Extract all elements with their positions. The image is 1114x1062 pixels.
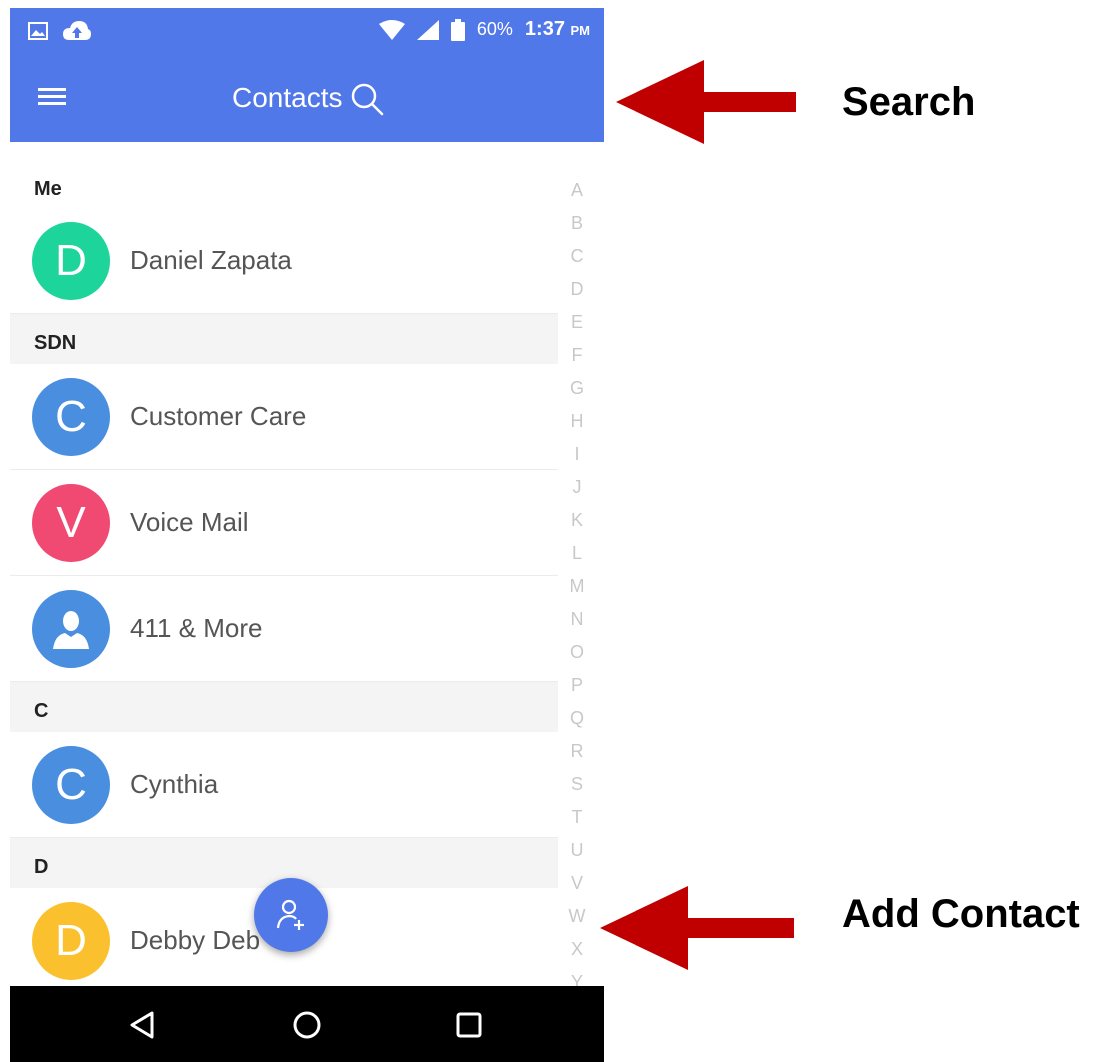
- contact-name: Daniel Zapata: [130, 245, 292, 275]
- contact-row-voice-mail[interactable]: V Voice Mail: [10, 470, 558, 576]
- avatar: D: [32, 221, 110, 300]
- contact-name: Customer Care: [130, 401, 307, 431]
- clock-suffix: PM: [570, 23, 591, 38]
- index-letter[interactable]: Q: [562, 702, 592, 735]
- clock-time: 1:37: [524, 18, 565, 40]
- avatar: [32, 589, 110, 668]
- index-letter[interactable]: B: [562, 207, 592, 240]
- hamburger-menu-icon[interactable]: [38, 84, 66, 112]
- back-triangle-icon[interactable]: [128, 1010, 156, 1040]
- contact-list[interactable]: Me D Daniel Zapata SDN C Customer Care V…: [10, 142, 558, 986]
- index-letter[interactable]: M: [562, 570, 592, 603]
- battery-percent: 60%: [476, 19, 513, 39]
- index-letter[interactable]: L: [562, 537, 592, 570]
- search-annotation-label: Search: [842, 80, 976, 124]
- index-letter[interactable]: F: [562, 339, 592, 372]
- index-letter[interactable]: C: [562, 240, 592, 273]
- index-letter[interactable]: T: [562, 801, 592, 834]
- index-letter[interactable]: G: [562, 372, 592, 405]
- status-bar: 60% 1:37 PM: [10, 8, 604, 58]
- avatar: V: [32, 483, 110, 562]
- battery-icon: [450, 18, 465, 41]
- index-letter[interactable]: K: [562, 504, 592, 537]
- home-circle-icon[interactable]: [292, 1010, 322, 1040]
- contact-name: Voice Mail: [130, 507, 249, 537]
- add-contact-icon: [276, 899, 304, 930]
- image-notification-icon: [28, 22, 48, 40]
- index-letter[interactable]: S: [562, 768, 592, 801]
- index-letter[interactable]: J: [562, 471, 592, 504]
- index-letter[interactable]: U: [562, 834, 592, 867]
- cloud-upload-icon: [63, 21, 91, 40]
- avatar: C: [32, 745, 110, 824]
- search-icon[interactable]: [350, 82, 386, 118]
- contact-name: 411 & More: [130, 613, 263, 643]
- system-nav-bar: [10, 986, 604, 1062]
- index-letter[interactable]: I: [562, 438, 592, 471]
- toolbar: Contacts: [10, 58, 604, 142]
- clock: 1:37 PM: [525, 18, 590, 41]
- section-header-sdn: SDN: [10, 314, 558, 364]
- app-bar: 60% 1:37 PM Contacts: [10, 8, 604, 142]
- add-contact-button[interactable]: [254, 878, 328, 952]
- avatar: C: [32, 377, 110, 456]
- wifi-icon: [378, 19, 405, 40]
- cellular-signal-icon: [416, 19, 439, 40]
- contact-row-daniel-zapata[interactable]: D Daniel Zapata: [10, 208, 558, 314]
- alphabet-index-scrubber[interactable]: ABCDEFGHIJKLMNOPQRSTUVWXY: [562, 174, 592, 999]
- contact-row-customer-care[interactable]: C Customer Care: [10, 364, 558, 470]
- add-contact-annotation-arrow: [600, 886, 794, 970]
- person-silhouette-icon: [53, 610, 89, 649]
- section-header-me: Me: [10, 142, 558, 208]
- phone-screen: 60% 1:37 PM Contacts Me D Daniel Zapata …: [10, 0, 604, 1062]
- index-letter[interactable]: N: [562, 603, 592, 636]
- page-title: Contacts: [232, 82, 343, 113]
- index-letter[interactable]: P: [562, 669, 592, 702]
- index-letter[interactable]: A: [562, 174, 592, 207]
- avatar: D: [32, 901, 110, 980]
- contact-name: Debby Deb: [130, 925, 261, 955]
- index-letter[interactable]: R: [562, 735, 592, 768]
- add-contact-annotation-label: Add Contact: [842, 892, 1080, 936]
- search-annotation-arrow: [616, 60, 796, 144]
- recents-square-icon[interactable]: [456, 1012, 482, 1038]
- index-letter[interactable]: V: [562, 867, 592, 900]
- index-letter[interactable]: D: [562, 273, 592, 306]
- index-letter[interactable]: X: [562, 933, 592, 966]
- contact-row-411-more[interactable]: 411 & More: [10, 576, 558, 682]
- contact-name: Cynthia: [130, 769, 219, 799]
- section-header-c: C: [10, 682, 558, 732]
- index-letter[interactable]: W: [562, 900, 592, 933]
- index-letter[interactable]: E: [562, 306, 592, 339]
- index-letter[interactable]: H: [562, 405, 592, 438]
- index-letter[interactable]: O: [562, 636, 592, 669]
- contact-row-cynthia[interactable]: C Cynthia: [10, 732, 558, 838]
